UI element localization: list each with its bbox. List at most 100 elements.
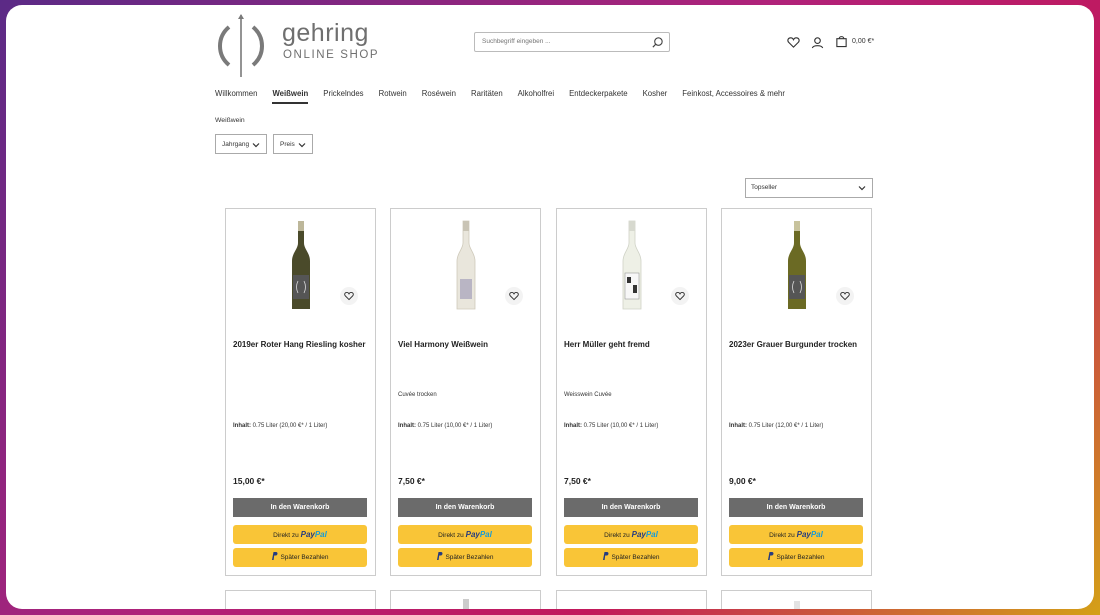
pay-later-label: Später Bezahlen [611, 554, 660, 561]
paypal-logo-pay: Pay [300, 530, 315, 539]
content-value: 0.75 Liter (12,00 €* / 1 Liter) [748, 423, 824, 429]
product-image[interactable] [794, 601, 800, 609]
product-card[interactable] [556, 590, 707, 609]
sort-selected-label: Topseller [751, 184, 778, 191]
product-image[interactable] [782, 219, 812, 313]
filter-price-label: Preis [280, 141, 295, 148]
add-to-cart-button[interactable]: In den Warenkorb [398, 498, 532, 517]
product-image[interactable] [451, 219, 481, 313]
heart-icon [344, 291, 354, 301]
paypal-direct-button[interactable]: Direkt zu PayPal [729, 525, 863, 544]
content-value: 0.75 Liter (20,00 €* / 1 Liter) [252, 423, 328, 429]
product-subtitle: Cuvée trocken [398, 392, 437, 398]
cart-icon[interactable] [835, 35, 848, 48]
nav-item-weisswein[interactable]: Weißwein [272, 89, 309, 104]
add-to-cart-button[interactable]: In den Warenkorb [564, 498, 698, 517]
content-label: Inhalt: [398, 423, 416, 429]
wishlist-button[interactable] [836, 287, 854, 305]
paypal-logo-pay: Pay [465, 530, 480, 539]
product-card[interactable] [225, 590, 376, 609]
product-card[interactable]: Herr Müller geht fremd Weisswein Cuvée I… [556, 208, 707, 576]
product-card[interactable] [721, 590, 872, 609]
product-name[interactable]: Viel Harmony Weißwein [398, 340, 538, 349]
browser-page: gehring ONLINE SHOP 0,00 €* Willkommen W… [6, 5, 1094, 609]
product-image[interactable] [463, 599, 469, 609]
pay-later-button[interactable]: Später Bezahlen [233, 548, 367, 567]
paypal-icon [272, 552, 278, 560]
paypal-direct-label: Direkt zu [769, 532, 795, 539]
pay-later-button[interactable]: Später Bezahlen [398, 548, 532, 567]
nav-item-rosewein[interactable]: Roséwein [422, 89, 456, 104]
brand-name[interactable]: gehring [282, 19, 369, 48]
filter-vintage-label: Jahrgang [222, 141, 250, 148]
add-to-cart-button[interactable]: In den Warenkorb [233, 498, 367, 517]
product-card[interactable]: 2019er Roter Hang Riesling kosher Inhalt… [225, 208, 376, 576]
pay-later-label: Später Bezahlen [445, 554, 494, 561]
content-value: 0.75 Liter (10,00 €* / 1 Liter) [583, 423, 659, 429]
paypal-direct-label: Direkt zu [273, 532, 299, 539]
nav-item-willkommen[interactable]: Willkommen [215, 89, 257, 104]
nav-item-alkoholfrei[interactable]: Alkoholfrei [518, 89, 554, 104]
nav-item-entdeckerpakete[interactable]: Entdeckerpakete [569, 89, 628, 104]
product-image[interactable] [617, 219, 647, 313]
breadcrumb[interactable]: Weißwein [215, 117, 245, 124]
paypal-direct-button[interactable]: Direkt zu PayPal [398, 525, 532, 544]
product-subtitle: Weisswein Cuvée [564, 392, 612, 398]
logo-icon[interactable] [215, 13, 267, 79]
nav-item-kosher[interactable]: Kosher [643, 89, 668, 104]
wishlist-button[interactable] [505, 287, 523, 305]
paypal-logo-pal: Pal [314, 530, 327, 539]
heart-icon [509, 291, 519, 301]
product-image[interactable] [286, 219, 316, 313]
paypal-direct-label: Direkt zu [604, 532, 630, 539]
search-input[interactable] [480, 37, 654, 46]
sort-select[interactable]: Topseller [745, 178, 873, 198]
add-to-cart-button[interactable]: In den Warenkorb [729, 498, 863, 517]
main-navigation: Willkommen Weißwein Prickelndes Rotwein … [215, 89, 800, 104]
pay-later-label: Später Bezahlen [776, 554, 825, 561]
product-name[interactable]: Herr Müller geht fremd [564, 340, 704, 349]
brand-tagline: ONLINE SHOP [283, 49, 380, 61]
chevron-down-icon [252, 143, 260, 148]
product-price: 7,50 €* [564, 476, 591, 486]
pay-later-label: Später Bezahlen [280, 554, 329, 561]
product-content: Inhalt: 0.75 Liter (20,00 €* / 1 Liter) [233, 423, 327, 429]
product-card[interactable]: Viel Harmony Weißwein Cuvée trocken Inha… [390, 208, 541, 576]
content-label: Inhalt: [729, 423, 747, 429]
search-icon[interactable] [651, 36, 664, 49]
paypal-direct-button[interactable]: Direkt zu PayPal [233, 525, 367, 544]
search-box[interactable] [474, 32, 670, 52]
content-label: Inhalt: [233, 423, 251, 429]
product-price: 15,00 €* [233, 476, 265, 486]
paypal-icon [768, 552, 774, 560]
product-card[interactable]: 2023er Grauer Burgunder trocken Inhalt: … [721, 208, 872, 576]
heart-icon[interactable] [787, 36, 800, 49]
paypal-logo-pay: Pay [631, 530, 646, 539]
pay-later-button[interactable]: Später Bezahlen [564, 548, 698, 567]
nav-item-raritaeten[interactable]: Raritäten [471, 89, 503, 104]
wishlist-button[interactable] [671, 287, 689, 305]
paypal-icon [603, 552, 609, 560]
chevron-down-icon [298, 143, 306, 148]
heart-icon [675, 291, 685, 301]
cart-amount[interactable]: 0,00 €* [852, 38, 874, 45]
pay-later-button[interactable]: Später Bezahlen [729, 548, 863, 567]
product-content: Inhalt: 0.75 Liter (10,00 €* / 1 Liter) [564, 423, 658, 429]
content-label: Inhalt: [564, 423, 582, 429]
user-icon[interactable] [811, 36, 824, 49]
filter-vintage[interactable]: Jahrgang [215, 134, 267, 154]
wishlist-button[interactable] [340, 287, 358, 305]
paypal-direct-button[interactable]: Direkt zu PayPal [564, 525, 698, 544]
filter-price[interactable]: Preis [273, 134, 313, 154]
paypal-logo-pal: Pal [810, 530, 823, 539]
nav-item-feinkost[interactable]: Feinkost, Accessoires & mehr [682, 89, 785, 104]
product-name[interactable]: 2023er Grauer Burgunder trocken [729, 340, 869, 349]
product-content: Inhalt: 0.75 Liter (12,00 €* / 1 Liter) [729, 423, 823, 429]
chevron-down-icon [858, 186, 866, 191]
product-card[interactable] [390, 590, 541, 609]
heart-icon [840, 291, 850, 301]
nav-item-rotwein[interactable]: Rotwein [379, 89, 407, 104]
product-name[interactable]: 2019er Roter Hang Riesling kosher [233, 340, 373, 349]
nav-item-prickelndes[interactable]: Prickelndes [323, 89, 363, 104]
product-content: Inhalt: 0.75 Liter (10,00 €* / 1 Liter) [398, 423, 492, 429]
